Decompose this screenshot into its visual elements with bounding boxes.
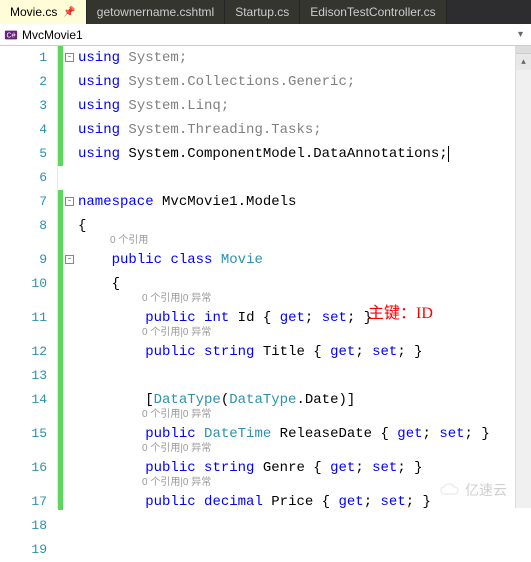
tab-edison[interactable]: EdisonTestController.cs — [300, 0, 446, 24]
fold-toggle[interactable]: - — [65, 255, 74, 264]
tab-bar: Movie.cs 📌 getownername.cshtml Startup.c… — [0, 0, 531, 24]
tab-label: Movie.cs — [10, 5, 57, 19]
fold-toggle[interactable]: - — [65, 53, 74, 62]
codelens[interactable]: 0 个引用|0 异常 — [142, 410, 211, 420]
codelens[interactable]: 0 个引用|0 异常 — [142, 478, 211, 488]
codelens[interactable]: 0 个引用|0 异常 — [142, 328, 211, 338]
split-handle[interactable] — [516, 46, 531, 54]
svg-text:C#: C# — [7, 32, 16, 39]
tab-getownername[interactable]: getownername.cshtml — [87, 0, 225, 24]
codelens[interactable]: 0 个引用 — [110, 236, 148, 246]
context-dropdown[interactable]: MvcMovie1 — [22, 28, 514, 42]
fold-toggle[interactable]: - — [65, 197, 74, 206]
code-area[interactable]: using System; using System.Collections.G… — [78, 46, 531, 508]
codelens[interactable]: 0 个引用|0 异常 — [142, 294, 211, 304]
csharp-icon: C# — [4, 28, 18, 42]
fold-column: - - - — [64, 46, 78, 508]
annotation-primary-key: 主键：ID — [368, 302, 433, 326]
pin-icon[interactable]: 📌 — [63, 7, 75, 18]
cloud-icon — [439, 483, 461, 497]
vertical-scrollbar[interactable]: ▴ — [515, 46, 531, 508]
code-editor[interactable]: 1234 5💡 678 9 10 11 12 13 14 15 16 17 18… — [0, 46, 531, 508]
tab-movie-cs[interactable]: Movie.cs 📌 — [0, 0, 87, 24]
navigation-bar: C# MvcMovie1 ▾ — [0, 24, 531, 46]
codelens[interactable]: 0 个引用|0 异常 — [142, 444, 211, 454]
chevron-down-icon[interactable]: ▾ — [514, 29, 527, 40]
scroll-up-icon[interactable]: ▴ — [516, 54, 531, 70]
tab-startup[interactable]: Startup.cs — [225, 0, 300, 24]
watermark: 亿速云 — [439, 480, 507, 500]
line-numbers: 1234 5💡 678 9 10 11 12 13 14 15 16 17 18… — [0, 46, 58, 508]
